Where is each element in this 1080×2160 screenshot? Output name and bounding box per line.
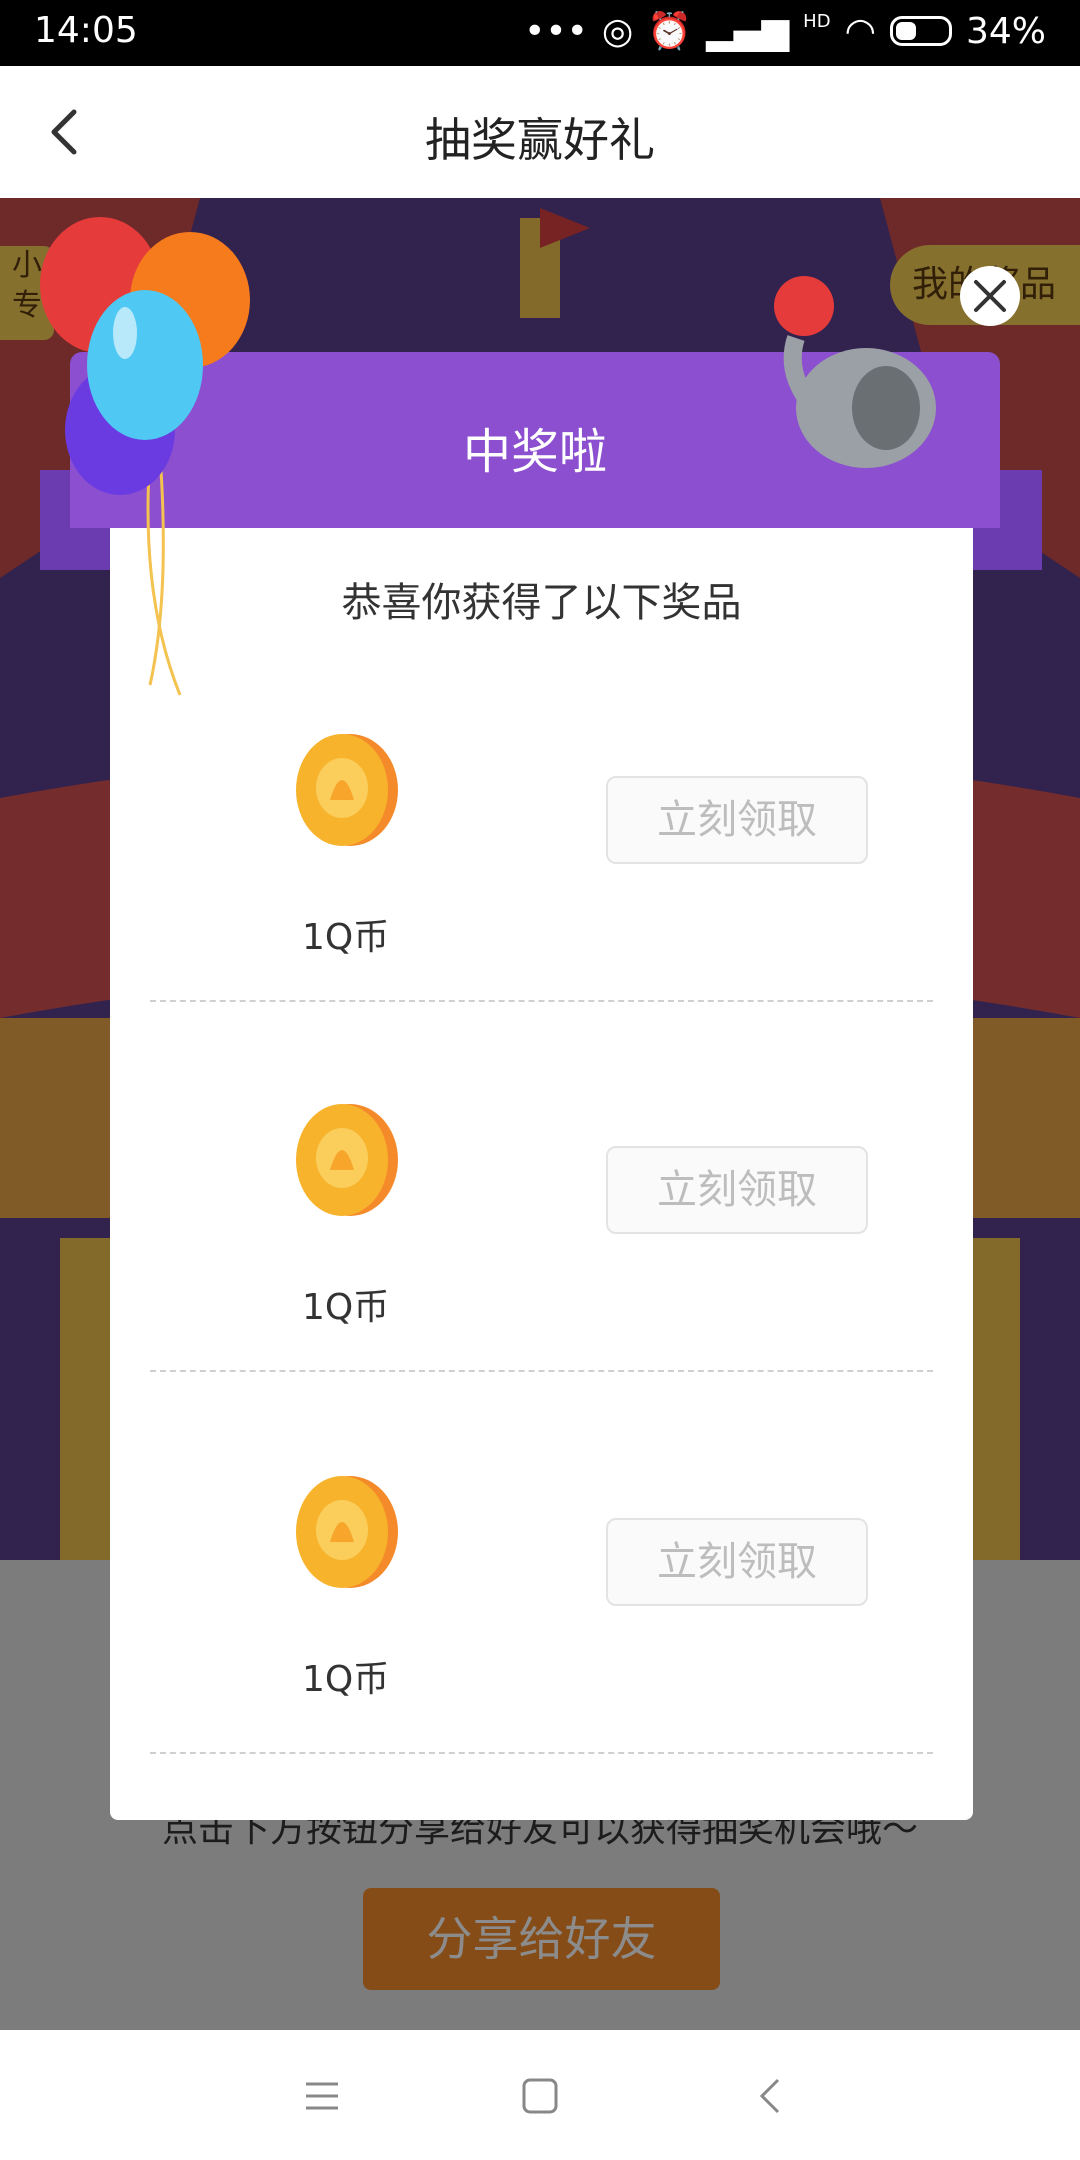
qcoin-icon — [290, 1100, 400, 1220]
divider — [150, 1752, 933, 1754]
signal-icon: ▂▄▆ — [706, 10, 790, 52]
more-icon: ••• — [524, 10, 588, 52]
menu-icon — [306, 2082, 338, 2110]
page-title: 抽奖赢好礼 — [425, 113, 655, 167]
battery-percent: 34% — [965, 10, 1046, 52]
qcoin-icon — [290, 730, 400, 850]
qcoin-icon — [290, 1472, 400, 1592]
prize-name: 1Q币 — [302, 917, 390, 958]
system-back-button[interactable] — [748, 2074, 792, 2118]
prize-item: 1Q币 立刻领取 — [110, 1422, 973, 1794]
status-bar: 14:05 ••• ◎ ⏰ ▂▄▆ HD ◠ 34% — [0, 0, 1080, 66]
back-icon — [759, 2078, 780, 2114]
battery-icon — [889, 16, 952, 46]
wifi-icon: ◠ — [844, 10, 876, 52]
close-icon — [974, 280, 1006, 312]
prize-name: 1Q币 — [302, 1659, 390, 1700]
hd-signal-icon: HD — [803, 10, 831, 32]
home-button[interactable] — [518, 2074, 562, 2118]
claim-button[interactable]: 立刻领取 — [606, 1146, 868, 1234]
elephant-decoration — [766, 268, 946, 488]
divider — [150, 1370, 933, 1372]
prize-item: 1Q币 立刻领取 — [110, 680, 973, 1052]
claim-button[interactable]: 立刻领取 — [606, 776, 868, 864]
prize-name: 1Q币 — [302, 1287, 390, 1328]
claim-button[interactable]: 立刻领取 — [606, 1518, 868, 1606]
nav-bar: 抽奖赢好礼 — [0, 66, 1080, 198]
system-navigation-bar — [0, 2030, 1080, 2160]
balloons-decoration — [40, 215, 270, 715]
status-icons: ••• ◎ ⏰ ▂▄▆ HD ◠ 34% — [524, 10, 1046, 53]
divider — [150, 1000, 933, 1002]
hotspot-icon: ◎ — [601, 10, 634, 52]
alarm-icon: ⏰ — [647, 11, 693, 52]
status-time: 14:05 — [34, 10, 138, 51]
menu-button[interactable] — [300, 2074, 344, 2118]
close-button[interactable] — [960, 266, 1020, 326]
home-icon — [522, 2078, 558, 2114]
prize-item: 1Q币 立刻领取 — [110, 1050, 973, 1422]
